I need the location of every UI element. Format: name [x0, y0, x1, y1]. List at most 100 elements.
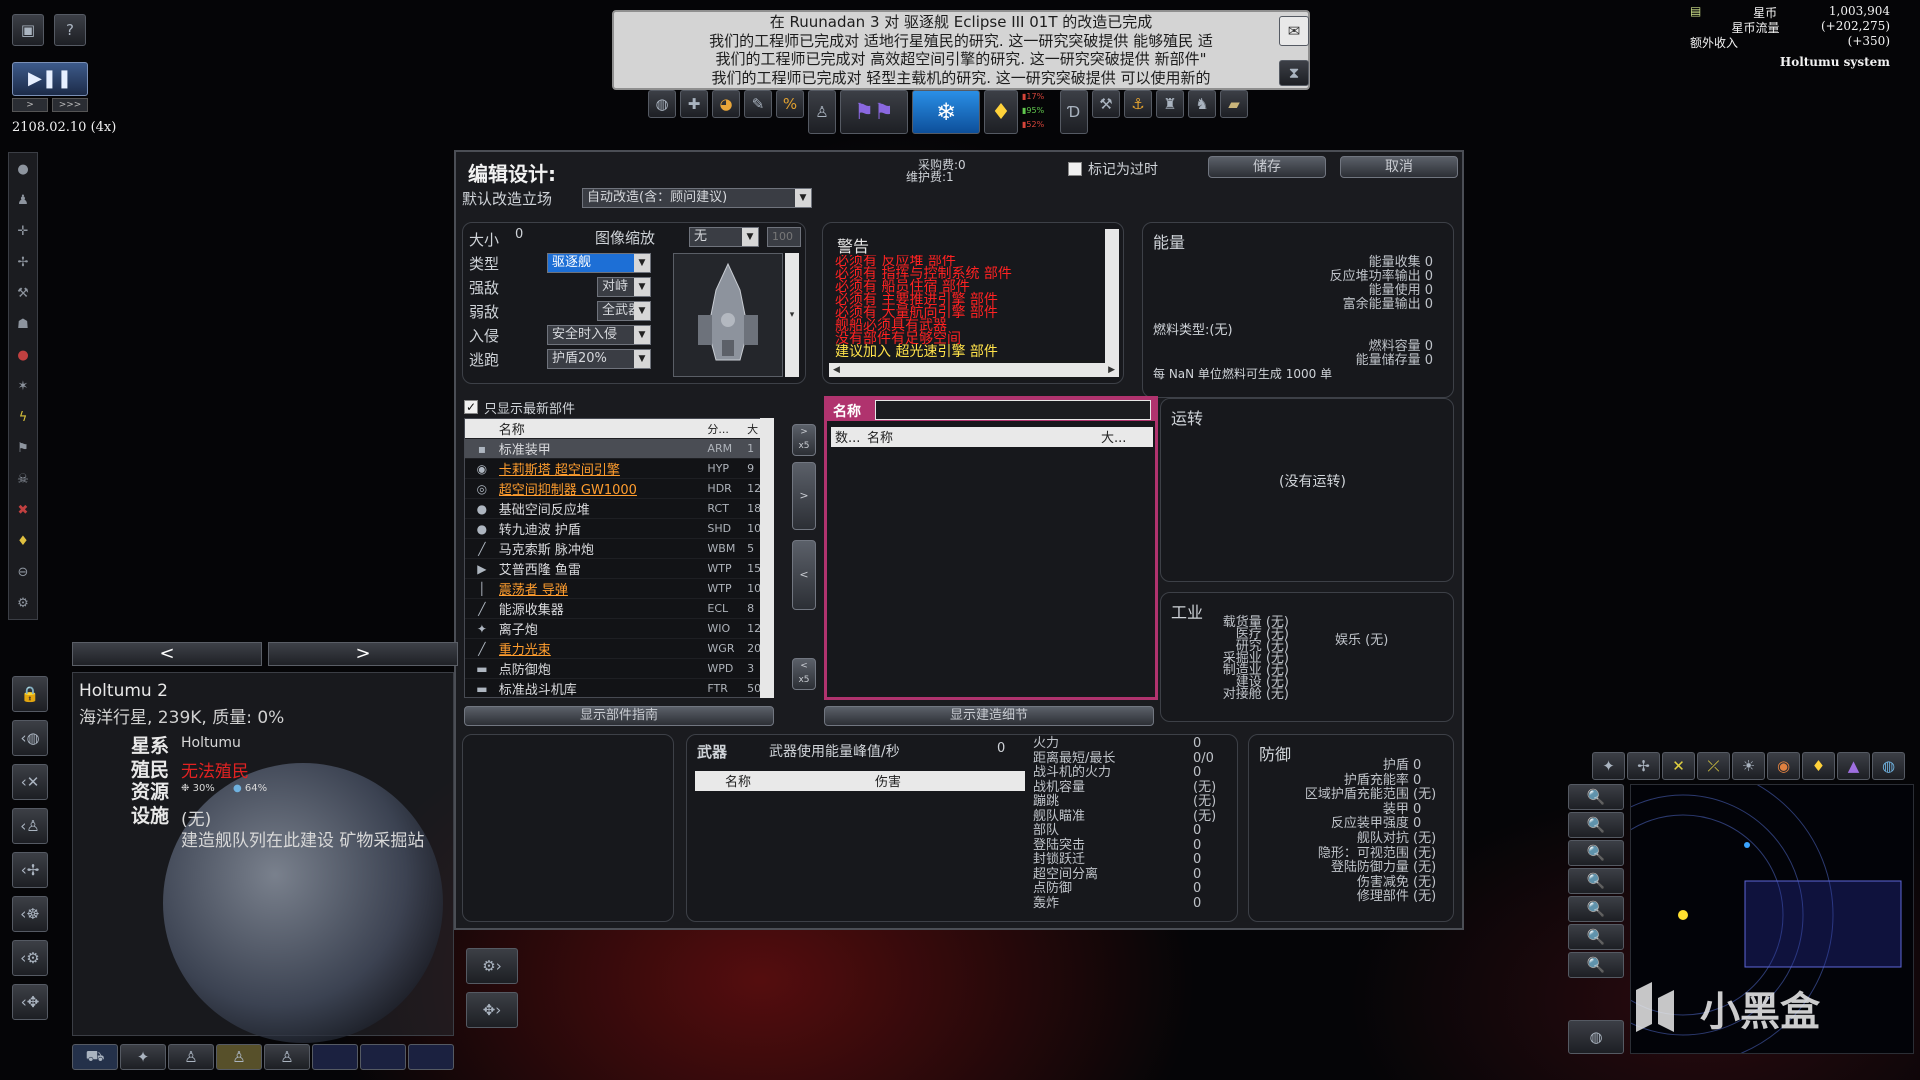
cross-icon[interactable]: ✖: [18, 497, 29, 525]
lock-icon[interactable]: 🔒: [12, 676, 48, 712]
research-icon[interactable]: ◕: [712, 90, 740, 118]
list-item[interactable]: ▪ 标准装甲 ARM 1: [465, 439, 773, 459]
column-header-category[interactable]: 分...: [707, 421, 747, 437]
bulb-icon[interactable]: ♦: [17, 528, 29, 556]
zoom-icon[interactable]: 🔍: [1568, 840, 1624, 866]
planet-icon[interactable]: ●: [17, 156, 28, 184]
strong-enemy-select[interactable]: 对峙 ▼: [597, 277, 651, 297]
zoom-icon[interactable]: 🔍: [1568, 924, 1624, 950]
list-item[interactable]: ╱ 重力光束 WGR 20: [465, 639, 773, 659]
red-planet-icon[interactable]: ●: [17, 342, 28, 370]
fighter-nav-icon[interactable]: ‹✢: [12, 852, 48, 888]
cruiser-nav-icon[interactable]: ‹✥: [12, 984, 48, 1020]
zoom-icon[interactable]: 🔍: [1568, 784, 1624, 810]
idea-filter-icon[interactable]: ♦: [1802, 752, 1835, 780]
route-filter-icon[interactable]: ✕: [1662, 752, 1695, 780]
tool-icon[interactable]: ⚒: [17, 280, 29, 308]
list-item[interactable]: ▬ 标准战斗机库 FTR 50: [465, 679, 773, 698]
add-button[interactable]: >: [792, 462, 816, 530]
eye-filter-icon[interactable]: ◉: [1767, 752, 1800, 780]
column-header-name[interactable]: 名称: [867, 427, 1101, 447]
station-nav-icon[interactable]: ‹⚙: [12, 940, 48, 976]
skull-icon[interactable]: ☠: [17, 466, 29, 494]
remove-button[interactable]: <: [792, 540, 816, 610]
zoom-icon[interactable]: 🔍: [1568, 868, 1624, 894]
only-latest-checkbox[interactable]: ✓: [464, 400, 478, 414]
refit-select[interactable]: 自动改造(含：顾问建议) ▼: [582, 188, 812, 208]
zoom-icon[interactable]: 🔍: [1568, 952, 1624, 978]
column-header-damage[interactable]: 伤害: [875, 771, 1025, 791]
ship-nav-icon[interactable]: ‹✕: [12, 764, 48, 800]
chevron-left-icon[interactable]: ◀: [833, 363, 840, 377]
idea-icon[interactable]: ♦: [984, 90, 1018, 134]
show-build-details-button[interactable]: 显示建造细节: [824, 706, 1154, 726]
diplomacy-flags-icon[interactable]: ⚑⚑: [840, 90, 908, 134]
gear-icon[interactable]: ⚙: [17, 590, 29, 618]
ship-preview-image[interactable]: [673, 253, 783, 377]
troop-icon[interactable]: ♜: [1156, 90, 1184, 118]
zoom-icon[interactable]: 🔍: [1568, 896, 1624, 922]
planet-nav-icon[interactable]: ‹◍: [12, 720, 48, 756]
column-header-qty[interactable]: 数...: [831, 427, 867, 447]
fast-button[interactable]: >>>: [52, 98, 88, 112]
cancel-button[interactable]: 取消: [1340, 156, 1458, 178]
list-item[interactable]: ● 转九迪波 护盾 SHD 10: [465, 519, 773, 539]
star-icon[interactable]: ✶: [18, 373, 29, 401]
empty-tab-1[interactable]: [312, 1044, 358, 1070]
attack-filter-icon[interactable]: ⤫: [1697, 752, 1730, 780]
component-scrollbar[interactable]: [760, 418, 774, 698]
fleet-logo-icon[interactable]: Ɗ: [1060, 90, 1088, 134]
flee-select[interactable]: 护盾20% ▼: [547, 349, 651, 369]
fleet-icon[interactable]: ✢: [18, 249, 29, 277]
list-item[interactable]: ● 基础空间反应堆 RCT 18: [465, 499, 773, 519]
ship-icon[interactable]: ✛: [18, 218, 29, 246]
add-x5-button[interactable]: > x5: [792, 424, 816, 456]
empty-tab-3[interactable]: [408, 1044, 454, 1070]
gold-tab-icon[interactable]: ♙: [216, 1044, 262, 1070]
obsolete-checkbox[interactable]: [1068, 162, 1082, 176]
fleet-filter-icon[interactable]: ✢: [1627, 752, 1660, 780]
help-icon[interactable]: ?: [54, 14, 86, 46]
list-item[interactable]: ✦ 离子炮 WIO 12: [465, 619, 773, 639]
weak-enemy-select[interactable]: 全武器 ▼: [597, 301, 651, 321]
station-forward-icon[interactable]: ⚙›: [466, 948, 518, 984]
troop-tab-icon[interactable]: ♙: [168, 1044, 214, 1070]
list-item[interactable]: │ 震荡者 导弹 WTP 10: [465, 579, 773, 599]
troop-nav-icon[interactable]: ‹♙: [12, 808, 48, 844]
play-pause-button[interactable]: ▶❚❚: [12, 62, 88, 96]
pickaxe-icon[interactable]: ⚒: [1092, 90, 1120, 118]
star-filter-icon[interactable]: ✦: [1592, 752, 1625, 780]
ship-tab-icon[interactable]: ✦: [120, 1044, 166, 1070]
show-component-guide-button[interactable]: 显示部件指南: [464, 706, 774, 726]
type-select[interactable]: 驱逐舰 ▼: [547, 253, 651, 273]
agent-tab-icon[interactable]: ♙: [264, 1044, 310, 1070]
flag-icon[interactable]: ⚑: [17, 435, 29, 463]
notes-icon[interactable]: ✎: [744, 90, 772, 118]
zoom-icon[interactable]: 🔍: [1568, 812, 1624, 838]
viewport-rectangle[interactable]: [1744, 880, 1902, 968]
list-item[interactable]: ◎ 超空间抑制器 GW1000 HDR 12: [465, 479, 773, 499]
empty-tab-2[interactable]: [360, 1044, 406, 1070]
invade-select[interactable]: 安全时入侵 ▼: [547, 325, 651, 345]
slow-button[interactable]: >: [12, 98, 48, 112]
list-item[interactable]: ◉ 卡莉斯塔 超空间引擎 HYP 9: [465, 459, 773, 479]
bug-nav-icon[interactable]: ‹☸: [12, 896, 48, 932]
preview-scrollbar[interactable]: ▾: [785, 253, 799, 377]
column-header-name[interactable]: 名称: [499, 419, 708, 438]
fleet-tab-icon[interactable]: ⛟: [72, 1044, 118, 1070]
galaxy-view-icon[interactable]: ◍: [1568, 1020, 1624, 1054]
prev-planet-button[interactable]: <: [72, 642, 262, 666]
list-item[interactable]: ▶ 艾普西隆 鱼雷 WTP 15: [465, 559, 773, 579]
list-item[interactable]: ╱ 能源收集器 ECL 8: [465, 599, 773, 619]
remove-x5-button[interactable]: < x5: [792, 658, 816, 690]
news-ticker[interactable]: 在 Ruunadan 3 对 驱逐舰 Eclipse III 01T 的改造已完…: [612, 10, 1310, 90]
ship-design-icon[interactable]: ✚: [680, 90, 708, 118]
percent-icon[interactable]: %: [776, 90, 804, 118]
list-item[interactable]: ▬ 点防御炮 WPD 3: [465, 659, 773, 679]
chevron-right-icon[interactable]: ▶: [1108, 363, 1115, 377]
character-icon[interactable]: ♙: [808, 90, 836, 134]
army-icon[interactable]: ♞: [1188, 90, 1216, 118]
next-planet-button[interactable]: >: [268, 642, 458, 666]
hourglass-icon[interactable]: ⧗: [1279, 60, 1309, 86]
empire-icon[interactable]: ◍: [648, 90, 676, 118]
